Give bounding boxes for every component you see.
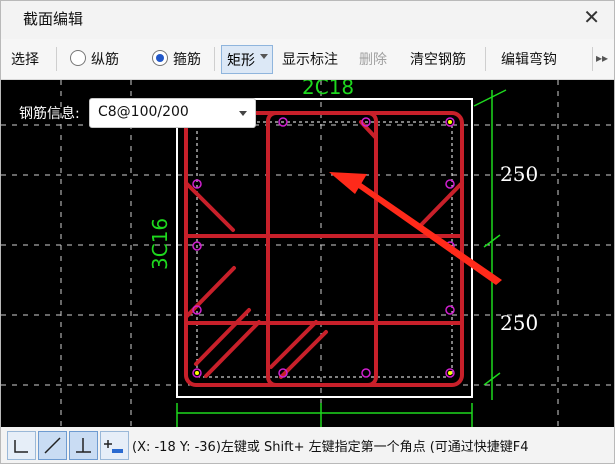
status-text: (X: -18 Y: -36)左键或 Shift+ 左键指定第一个角点 (可通过… <box>132 440 529 455</box>
hook-line <box>204 320 261 378</box>
rebar-info-label: 钢筋信息: <box>19 106 80 122</box>
chevron-down-icon <box>260 54 268 59</box>
inner-dashed-outline <box>196 121 453 378</box>
rebar-info-select[interactable]: C8@100/200 <box>89 98 256 128</box>
stirrups <box>184 111 464 387</box>
section-edit-dialog: 截面编辑 ✕ 选择 纵筋 箍筋 矩形 显示标注 删除 清空钢筋 编辑弯钩 ▸▸ <box>0 0 615 464</box>
toolbar-divider <box>56 47 57 71</box>
hook-line <box>279 330 328 379</box>
delete-button[interactable]: 删除 <box>359 49 387 69</box>
toolbar-divider <box>214 47 215 71</box>
dimension-upper-label: 250 <box>500 162 538 186</box>
annotation-arrow <box>329 172 502 285</box>
select-button[interactable]: 选择 <box>11 49 39 69</box>
angle-line-icon[interactable] <box>38 431 67 460</box>
title-bar: 截面编辑 ✕ <box>1 1 614 35</box>
rebar-points <box>192 117 455 378</box>
outer-stirrup <box>184 111 464 387</box>
toolbar-divider <box>592 47 593 71</box>
longitudinal-radio[interactable] <box>70 50 86 66</box>
chevron-down-icon <box>239 111 247 116</box>
toolbar-divider <box>485 47 486 71</box>
left-rebar-label: 3C16 <box>148 218 172 270</box>
edit-hook-button[interactable]: 编辑弯钩 <box>501 49 557 69</box>
section-outline <box>176 98 473 398</box>
hook-line <box>419 181 464 227</box>
hook-line <box>184 181 235 232</box>
top-rebar-label: 2C18 <box>302 80 354 99</box>
toolbar: 选择 纵筋 箍筋 矩形 显示标注 删除 清空钢筋 编辑弯钩 ▸▸ <box>1 39 614 80</box>
add-point-icon[interactable] <box>100 431 129 460</box>
chevron-right-icon[interactable]: ▸▸ <box>596 51 608 65</box>
dimension-lower-label: 250 <box>500 311 538 335</box>
section-drawing[interactable]: 2C18 3C16 250 250 <box>1 80 614 427</box>
drawing-canvas[interactable]: 2C18 3C16 250 250 钢筋信息: C8@100/200 <box>1 80 614 427</box>
shape-dropdown[interactable]: 矩形 <box>221 45 273 74</box>
longitudinal-radio-label[interactable]: 纵筋 <box>91 49 119 69</box>
rebar-info-value: C8@100/200 <box>98 104 189 120</box>
inner-stirrup <box>266 111 378 387</box>
shape-dropdown-label: 矩形 <box>227 53 255 69</box>
stirrup-radio-label[interactable]: 箍筋 <box>173 49 201 69</box>
close-icon[interactable]: ✕ <box>583 5 600 29</box>
dimension-lines <box>176 89 507 427</box>
window-title: 截面编辑 <box>23 10 84 28</box>
show-annotation-button[interactable]: 显示标注 <box>282 49 338 69</box>
hook-line <box>194 308 251 366</box>
clear-rebar-button[interactable]: 清空钢筋 <box>410 49 466 69</box>
grid-lines <box>1 80 614 427</box>
status-bar: (X: -18 Y: -36)左键或 Shift+ 左键指定第一个角点 (可通过… <box>1 428 614 463</box>
hook-line <box>269 320 318 369</box>
stirrup-radio[interactable] <box>152 50 168 66</box>
orthogonal-icon[interactable] <box>7 431 36 460</box>
perpendicular-icon[interactable] <box>69 431 98 460</box>
